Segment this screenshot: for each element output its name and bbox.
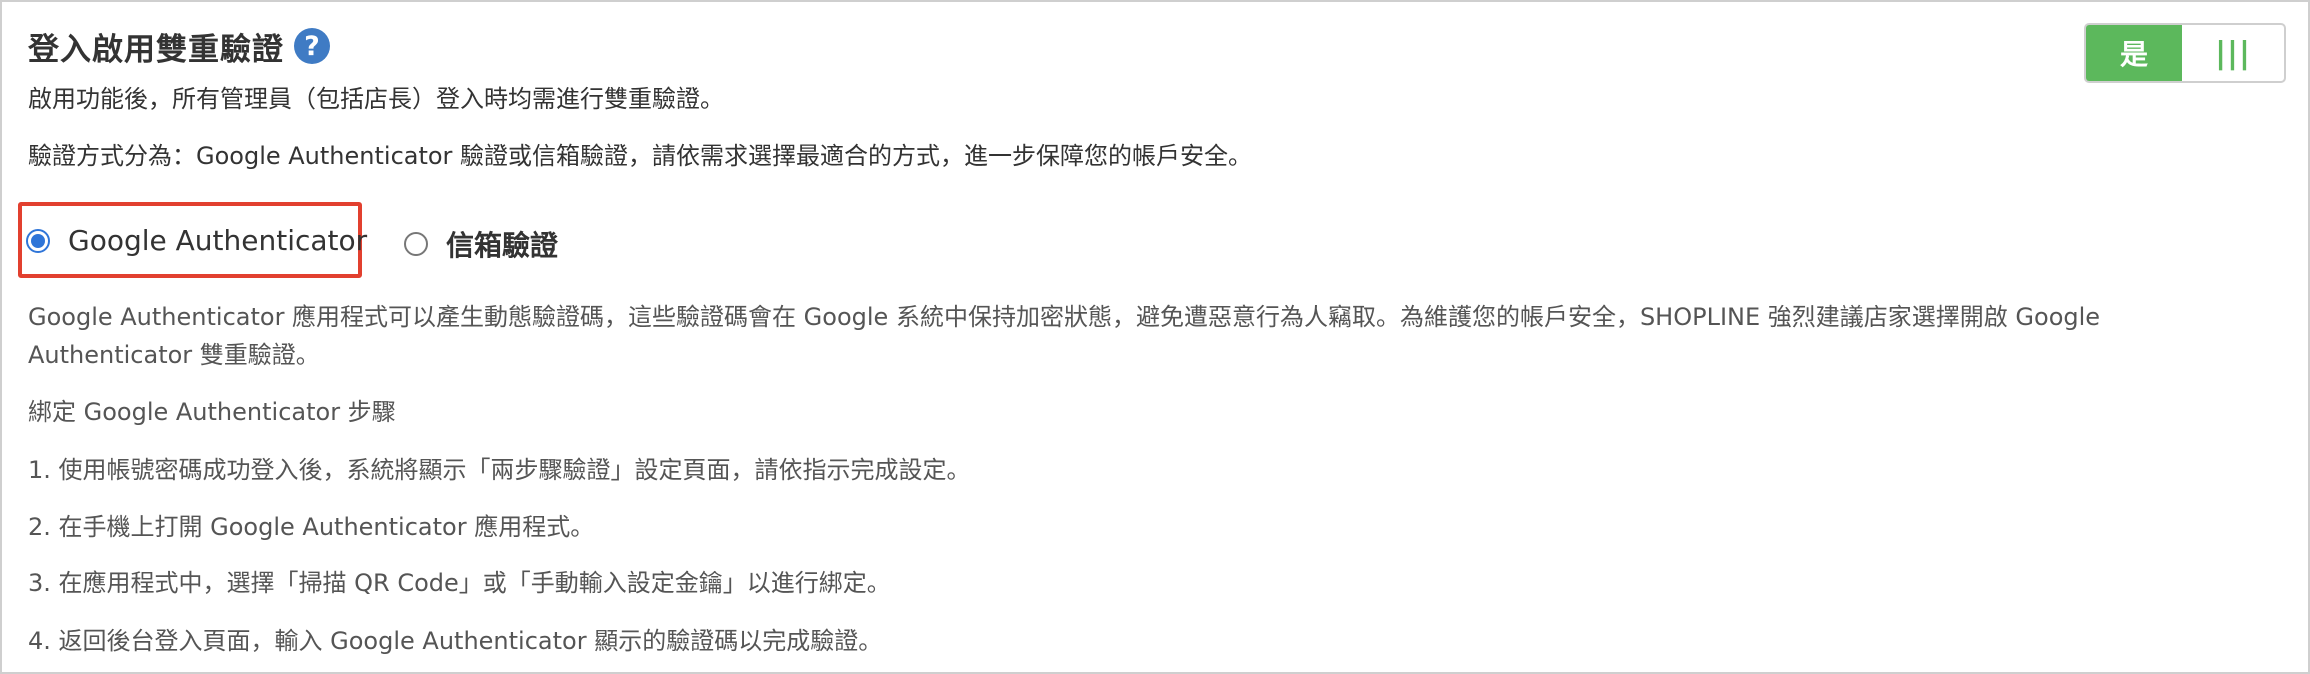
page-title: 登入啟用雙重驗證 bbox=[28, 31, 284, 68]
methods-description: 驗證方式分為：Google Authenticator 驗證或信箱驗證，請依需求… bbox=[28, 142, 1253, 170]
step-item: 3. 在應用程式中，選擇「掃描 QR Code」或「手動輸入設定金鑰」以進行綁定… bbox=[28, 569, 891, 597]
radio-google-label: Google Authenticator bbox=[68, 224, 368, 257]
subtitle-text: 啟用功能後，所有管理員（包括店長）登入時均需進行雙重驗證。 bbox=[28, 85, 724, 113]
enable-2fa-toggle[interactable]: 是 ||| bbox=[2084, 23, 2286, 83]
radio-email-label: 信箱驗證 bbox=[446, 229, 559, 262]
title-row: 登入啟用雙重驗證 ? bbox=[28, 24, 330, 68]
radio-email-verification[interactable]: 信箱驗證 bbox=[404, 224, 558, 264]
google-authenticator-description: Google Authenticator 應用程式可以產生動態驗證碼，這些驗證碼… bbox=[28, 303, 2101, 369]
toggle-handle-grip-icon[interactable]: ||| bbox=[2182, 25, 2284, 81]
steps-title: 綁定 Google Authenticator 步驟 bbox=[28, 398, 396, 426]
step-item: 1. 使用帳號密碼成功登入後，系統將顯示「兩步驟驗證」設定頁面，請依指示完成設定… bbox=[28, 456, 971, 484]
radio-checked-icon[interactable] bbox=[26, 228, 50, 253]
radio-google-authenticator[interactable]: Google Authenticator bbox=[26, 224, 367, 257]
toggle-on-label: 是 bbox=[2086, 25, 2182, 81]
question-circle-icon[interactable]: ? bbox=[294, 28, 330, 64]
two-factor-settings-panel: 登入啟用雙重驗證 ? 是 ||| 啟用功能後，所有管理員（包括店長）登入時均需進… bbox=[0, 0, 2310, 674]
step-item: 4. 返回後台登入頁面，輸入 Google Authenticator 顯示的驗… bbox=[28, 627, 883, 655]
step-item: 2. 在手機上打開 Google Authenticator 應用程式。 bbox=[28, 513, 595, 541]
radio-unchecked-icon[interactable] bbox=[404, 232, 428, 256]
